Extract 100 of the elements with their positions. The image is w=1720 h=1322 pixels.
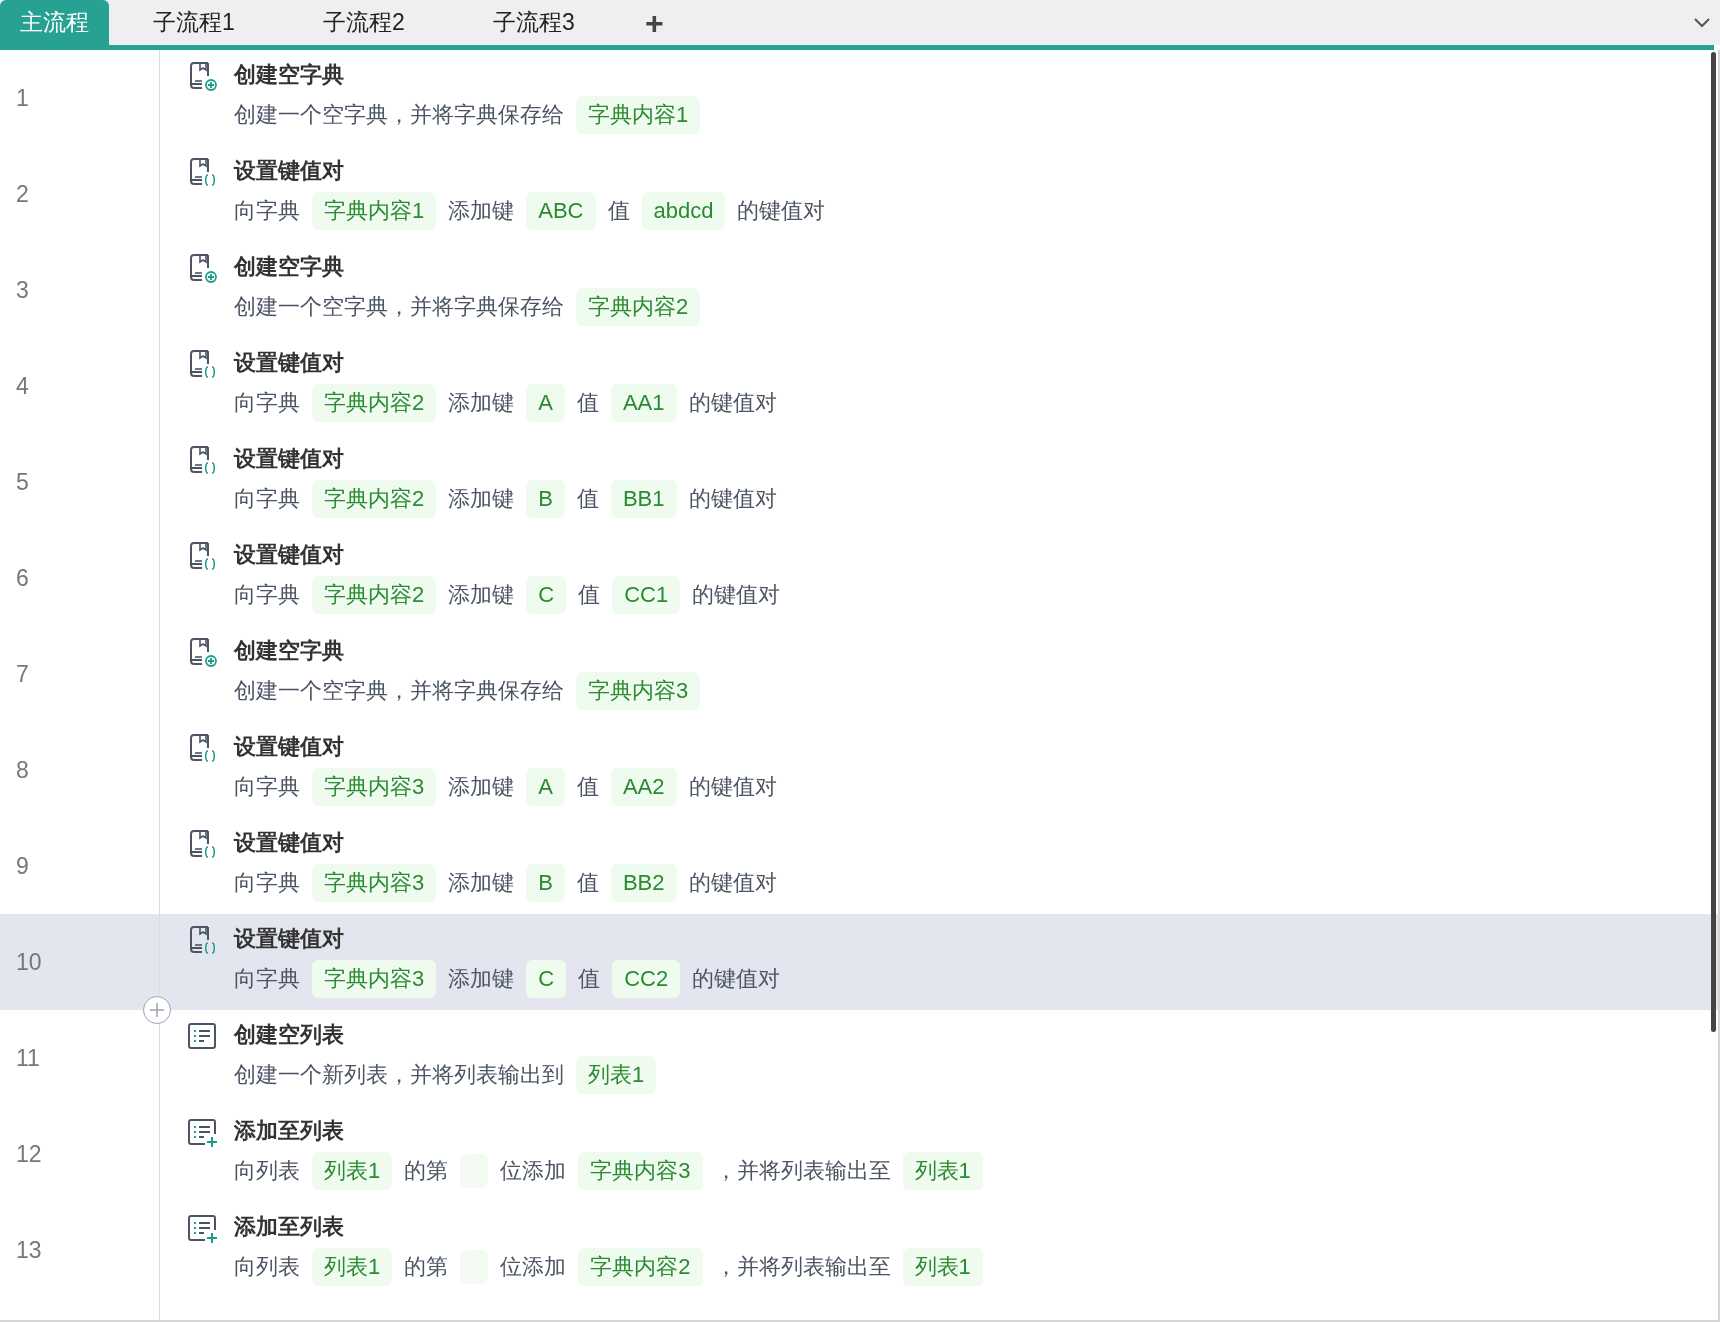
step-row[interactable]: 10 设置键值对 向字典 字典内容3 添加键 C 值 CC2 的键值对 <box>0 914 1718 1010</box>
step-title: 设置键值对 <box>234 445 345 473</box>
variable-chip[interactable]: BB1 <box>610 480 677 518</box>
description-text: 添加键 <box>448 965 515 993</box>
step-title: 设置键值对 <box>234 541 345 569</box>
variable-chip[interactable]: A <box>526 768 565 806</box>
scrollbar[interactable] <box>1711 52 1716 1032</box>
variable-chip[interactable]: C <box>526 576 567 614</box>
description-text: 向字典 <box>234 485 300 513</box>
variable-chip[interactable]: 列表1 <box>576 1056 657 1094</box>
variable-chip[interactable]: 列表1 <box>312 1152 393 1190</box>
description-text: 值 <box>578 581 601 609</box>
description-text: 添加键 <box>448 581 515 609</box>
description-text: 向列表 <box>234 1157 300 1185</box>
variable-chip[interactable]: 列表1 <box>902 1248 983 1286</box>
variable-chip[interactable]: 字典内容1 <box>576 96 701 134</box>
description-text: 向字典 <box>234 965 300 993</box>
line-number: 4 <box>16 371 29 401</box>
line-number: 5 <box>16 467 29 497</box>
line-number: 8 <box>16 755 29 785</box>
step-title: 设置键值对 <box>234 829 345 857</box>
variable-chip[interactable]: 字典内容2 <box>312 384 437 422</box>
list-icon <box>186 1020 218 1052</box>
description-text: 的键值对 <box>688 869 777 897</box>
description-text: 添加键 <box>448 773 515 801</box>
tab[interactable]: 子流程2 <box>279 0 449 45</box>
description-text: 向字典 <box>234 581 300 609</box>
step-title: 创建空列表 <box>234 1021 345 1049</box>
variable-chip[interactable]: CC1 <box>612 576 681 614</box>
description-text: 向字典 <box>234 197 300 225</box>
variable-chip[interactable]: C <box>526 960 567 998</box>
variable-chip[interactable]: 字典内容2 <box>578 1248 703 1286</box>
variable-chip[interactable]: 字典内容3 <box>576 672 701 710</box>
line-number: 9 <box>16 851 29 881</box>
description-text: 的键值对 <box>688 773 777 801</box>
tab[interactable]: 子流程3 <box>449 0 619 45</box>
add-tab-button[interactable]: + <box>629 0 680 45</box>
tab[interactable]: 主流程 <box>0 0 109 45</box>
variable-chip[interactable]: 字典内容3 <box>312 960 437 998</box>
variable-chip[interactable]: AA1 <box>610 384 677 422</box>
description-text: 创建一个新列表，并将列表输出到 <box>234 1061 564 1089</box>
variable-chip[interactable]: 字典内容1 <box>312 192 437 230</box>
chevron-down-icon[interactable] <box>1694 18 1710 28</box>
plus-icon <box>150 1003 164 1017</box>
variable-chip[interactable]: 字典内容2 <box>312 480 437 518</box>
variable-chip[interactable]: 列表1 <box>312 1248 393 1286</box>
variable-chip[interactable]: 字典内容2 <box>576 288 701 326</box>
description-text: 的键值对 <box>692 965 781 993</box>
variable-chip[interactable]: A <box>526 384 565 422</box>
line-number: 2 <box>16 179 29 209</box>
description-text: 值 <box>576 869 599 897</box>
variable-chip[interactable]: B <box>526 480 565 518</box>
description-text: ，并将列表输出至 <box>714 1253 891 1281</box>
variable-chip[interactable]: ABC <box>526 192 596 230</box>
list-add-icon <box>186 1116 218 1148</box>
description-text: 值 <box>576 485 599 513</box>
variable-chip[interactable]: 字典内容3 <box>312 864 437 902</box>
line-number: 3 <box>16 275 29 305</box>
description-text: 的第 <box>404 1253 449 1281</box>
line-number: 6 <box>16 563 29 593</box>
line-number: 11 <box>16 1043 40 1073</box>
description-text: 创建一个空字典，并将字典保存给 <box>234 677 564 705</box>
description-text: 向字典 <box>234 773 300 801</box>
list-add-icon <box>186 1212 218 1244</box>
variable-chip[interactable]: B <box>526 864 565 902</box>
line-number: 1 <box>16 83 29 113</box>
line-number: 13 <box>16 1235 42 1265</box>
step-title: 创建空字典 <box>234 637 345 665</box>
variable-chip[interactable]: 字典内容2 <box>312 576 437 614</box>
description-text: 位添加 <box>500 1253 567 1281</box>
step-title: 创建空字典 <box>234 253 345 281</box>
step-title: 添加至列表 <box>234 1117 345 1145</box>
description-text: 添加键 <box>448 869 515 897</box>
description-text: 的键值对 <box>688 485 777 513</box>
variable-chip[interactable]: BB2 <box>610 864 677 902</box>
variable-chip[interactable]: AA2 <box>610 768 677 806</box>
step-title: 创建空字典 <box>234 61 345 89</box>
description-text: 值 <box>576 773 599 801</box>
description-text: ，并将列表输出至 <box>714 1157 891 1185</box>
step-title: 设置键值对 <box>234 925 345 953</box>
step-title: 设置键值对 <box>234 349 345 377</box>
step-title: 添加至列表 <box>234 1213 345 1241</box>
variable-chip[interactable]: abdcd <box>641 192 726 230</box>
variable-chip[interactable]: 字典内容3 <box>312 768 437 806</box>
description-text: 值 <box>607 197 630 225</box>
description-text: 的键值对 <box>688 389 777 417</box>
line-number: 7 <box>16 659 29 689</box>
description-text: 添加键 <box>448 485 515 513</box>
description-text: 创建一个空字典，并将字典保存给 <box>234 293 564 321</box>
description-text: 创建一个空字典，并将字典保存给 <box>234 101 564 129</box>
variable-chip[interactable]: 列表1 <box>902 1152 983 1190</box>
tab[interactable]: 子流程1 <box>109 0 279 45</box>
step-title: 设置键值对 <box>234 733 345 761</box>
variable-chip[interactable]: CC2 <box>612 960 681 998</box>
description-text: 值 <box>576 389 599 417</box>
variable-chip[interactable]: 字典内容3 <box>578 1152 703 1190</box>
description-text: 的键值对 <box>737 197 826 225</box>
description-text: 向字典 <box>234 389 300 417</box>
description-text: 的第 <box>404 1157 449 1185</box>
description-text: 向列表 <box>234 1253 300 1281</box>
